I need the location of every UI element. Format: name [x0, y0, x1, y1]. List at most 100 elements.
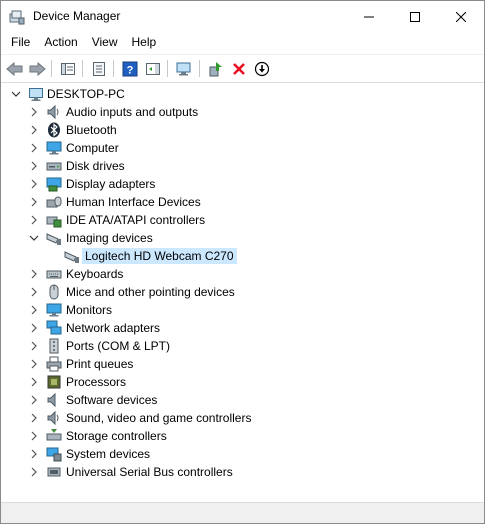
tree-category-ide-controllers[interactable]: IDE ATA/ATAPI controllers	[1, 211, 484, 229]
menu-action[interactable]: Action	[37, 32, 84, 53]
expand-chevron-icon[interactable]	[28, 214, 40, 226]
keyboard-icon	[46, 266, 62, 282]
tree-category-label: Monitors	[66, 303, 113, 317]
back-button[interactable]	[5, 59, 25, 79]
tree-category-bluetooth[interactable]: Bluetooth	[1, 121, 484, 139]
menu-view[interactable]: View	[85, 32, 125, 53]
tree-category-mice[interactable]: Mice and other pointing devices	[1, 283, 484, 301]
expand-chevron-icon[interactable]	[28, 286, 40, 298]
action-pane-button[interactable]	[143, 59, 163, 79]
expand-chevron-icon[interactable]	[28, 322, 40, 334]
tree-category-label: Human Interface Devices	[66, 195, 201, 209]
tree-category-label: Ports (COM & LPT)	[66, 339, 171, 353]
tree-category-label: Software devices	[66, 393, 158, 407]
expand-chevron-icon[interactable]	[28, 304, 40, 316]
software-device-icon	[46, 392, 62, 408]
speaker-icon	[46, 104, 62, 120]
tree-category-software-devices[interactable]: Software devices	[1, 391, 484, 409]
expand-chevron-icon[interactable]	[28, 448, 40, 460]
toolbar-separator	[167, 60, 168, 77]
uninstall-device-icon	[233, 63, 245, 75]
tree-category-label: System devices	[66, 447, 151, 461]
expand-chevron-icon[interactable]	[28, 412, 40, 424]
expand-chevron-icon[interactable]	[28, 466, 40, 478]
tree-category-label: Audio inputs and outputs	[66, 105, 199, 119]
forward-button[interactable]	[27, 59, 47, 79]
device-tree[interactable]: DESKTOP-PC Audio inputs and outputs Blue…	[1, 83, 484, 523]
processor-icon	[46, 374, 62, 390]
tree-root[interactable]: DESKTOP-PC	[1, 85, 484, 103]
tree-category-label: Storage controllers	[66, 429, 167, 443]
minimize-button[interactable]	[346, 1, 392, 32]
port-icon	[46, 338, 62, 354]
tree-category-print-queues[interactable]: Print queues	[1, 355, 484, 373]
tree-category-system-devices[interactable]: System devices	[1, 445, 484, 463]
usb-icon	[46, 464, 62, 480]
tree-category-disk-drives[interactable]: Disk drives	[1, 157, 484, 175]
tree-device-webcam[interactable]: Logitech HD Webcam C270	[1, 247, 484, 265]
expand-chevron-icon[interactable]	[28, 178, 40, 190]
tree-category-imaging-devices[interactable]: Imaging devices	[1, 229, 484, 247]
collapse-chevron-icon[interactable]	[10, 88, 22, 100]
tree-category-computer[interactable]: Computer	[1, 139, 484, 157]
expand-chevron-icon[interactable]	[28, 376, 40, 388]
tree-category-label: Keyboards	[66, 267, 124, 281]
expand-chevron-icon[interactable]	[28, 142, 40, 154]
tree-root-label: DESKTOP-PC	[47, 87, 125, 101]
expand-chevron-icon[interactable]	[28, 358, 40, 370]
disk-drive-icon	[46, 158, 62, 174]
toolbar-separator	[199, 60, 200, 77]
uninstall-device-button[interactable]	[229, 59, 249, 79]
tree-category-keyboards[interactable]: Keyboards	[1, 265, 484, 283]
toolbar-separator	[82, 60, 83, 77]
disable-device-button[interactable]	[252, 59, 272, 79]
update-driver-button[interactable]	[206, 59, 226, 79]
help-button[interactable]: ?	[120, 59, 140, 79]
expand-chevron-icon[interactable]	[28, 196, 40, 208]
tree-category-processors[interactable]: Processors	[1, 373, 484, 391]
tree-category-usb-controllers[interactable]: Universal Serial Bus controllers	[1, 463, 484, 481]
tree-category-network-adapters[interactable]: Network adapters	[1, 319, 484, 337]
display-adapter-icon	[46, 176, 62, 192]
expand-chevron-icon[interactable]	[28, 106, 40, 118]
network-adapter-icon	[46, 320, 62, 336]
back-arrow-icon	[6, 61, 23, 77]
maximize-button[interactable]	[392, 1, 438, 32]
tree-category-monitors[interactable]: Monitors	[1, 301, 484, 319]
close-button[interactable]	[438, 1, 484, 32]
expand-chevron-icon[interactable]	[28, 340, 40, 352]
tree-category-label: Bluetooth	[66, 123, 117, 137]
tree-category-label: Print queues	[66, 357, 134, 371]
tree-category-sound-video-game[interactable]: Sound, video and game controllers	[1, 409, 484, 427]
svg-text:?: ?	[127, 65, 134, 77]
tree-category-audio[interactable]: Audio inputs and outputs	[1, 103, 484, 121]
tree-category-ports[interactable]: Ports (COM & LPT)	[1, 337, 484, 355]
expand-chevron-icon[interactable]	[28, 268, 40, 280]
expand-chevron-icon[interactable]	[28, 160, 40, 172]
scan-hardware-button[interactable]	[174, 59, 194, 79]
collapse-chevron-icon[interactable]	[28, 232, 40, 244]
hid-icon	[46, 194, 62, 210]
tree-category-label: Disk drives	[66, 159, 125, 173]
toolbar: ?	[1, 54, 484, 83]
expand-chevron-icon[interactable]	[28, 430, 40, 442]
sound-icon	[46, 410, 62, 426]
menu-file[interactable]: File	[1, 32, 37, 53]
expand-chevron-icon[interactable]	[28, 124, 40, 136]
monitor-icon	[46, 302, 62, 318]
printer-icon	[46, 356, 62, 372]
show-hide-console-tree-button[interactable]	[58, 59, 78, 79]
menu-help[interactable]: Help	[125, 32, 164, 53]
tree-category-label: Sound, video and game controllers	[66, 411, 252, 425]
tree-category-hid[interactable]: Human Interface Devices	[1, 193, 484, 211]
bluetooth-icon	[46, 122, 62, 138]
computer-icon	[46, 140, 62, 156]
tree-category-label: Mice and other pointing devices	[66, 285, 235, 299]
tree-category-storage-controllers[interactable]: Storage controllers	[1, 427, 484, 445]
title-bar[interactable]: Device Manager	[1, 1, 484, 32]
expand-chevron-icon[interactable]	[28, 394, 40, 406]
tree-category-display-adapters[interactable]: Display adapters	[1, 175, 484, 193]
tree-category-label: Network adapters	[66, 321, 161, 335]
properties-button[interactable]	[89, 59, 109, 79]
window-title: Device Manager	[33, 9, 121, 23]
